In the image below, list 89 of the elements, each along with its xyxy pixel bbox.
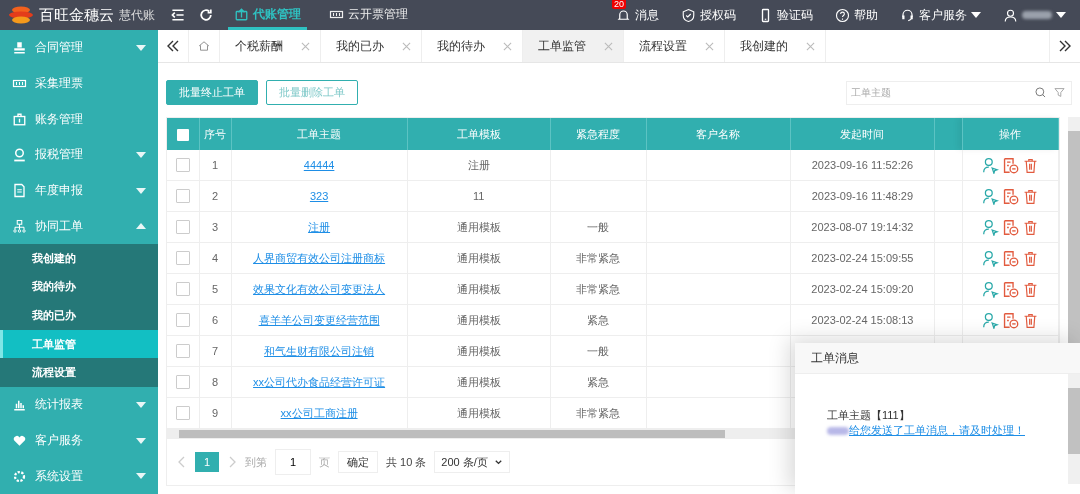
page-tab[interactable]: 工单监管: [523, 30, 624, 62]
column-header: 客户名称: [696, 127, 741, 140]
header-link[interactable]: 消息: [616, 6, 659, 24]
subject-link[interactable]: 44444: [303, 159, 335, 171]
page-tab[interactable]: 个税薪酬: [220, 30, 321, 62]
table-cell: 非常紧急: [576, 282, 621, 295]
page-size-select[interactable]: 200 条/页: [434, 451, 510, 473]
sidebar-item[interactable]: 报税管理: [0, 137, 158, 173]
app-title: 百旺金穗云: [39, 5, 114, 25]
table-cell: 一般: [587, 220, 610, 233]
sidebar-item[interactable]: 合同管理: [0, 30, 158, 66]
table-cell: 紧急: [587, 375, 610, 388]
table-cell: 通用模板: [456, 220, 501, 233]
total-count: 共 10 条: [386, 454, 427, 470]
table-cell: 11: [472, 190, 485, 202]
table-cell: 2023-08-07 19:14:32: [811, 221, 914, 233]
nav-tab[interactable]: 云开票管理: [323, 0, 414, 30]
row-number: 1: [211, 159, 219, 171]
row-number: 2: [211, 190, 219, 202]
table-cell: 通用模板: [456, 344, 501, 357]
submenu-item[interactable]: 工单监管: [0, 329, 158, 359]
table-cell: 通用模板: [456, 313, 501, 326]
table-cell: 非常紧急: [576, 406, 621, 419]
column-header: 工单模板: [456, 127, 501, 140]
submenu-item[interactable]: 我创建的: [0, 244, 158, 273]
page-tab[interactable]: 流程设置: [624, 30, 725, 62]
header-link[interactable]: 授权码: [681, 6, 736, 24]
table-cell: 2023-02-24 15:08:13: [811, 314, 914, 326]
table-cell: 通用模板: [456, 375, 501, 388]
table-cell: 通用模板: [456, 406, 501, 419]
row-number: 4: [211, 252, 219, 264]
sidebar-item[interactable]: 协同工单: [0, 208, 158, 245]
table-cell: 通用模板: [456, 251, 501, 264]
goto-label: 到第: [245, 454, 267, 470]
table-cell: 一般: [587, 344, 610, 357]
sidebar-item[interactable]: 采集理票: [0, 65, 158, 102]
header-link[interactable]: 客户服务: [900, 6, 981, 24]
row-number: 6: [211, 314, 219, 326]
search-field[interactable]: 工单主题: [846, 80, 1072, 105]
page-tab[interactable]: 我创建的: [725, 30, 826, 62]
submenu-item[interactable]: 我的待办: [0, 272, 158, 302]
subject-link[interactable]: 喜羊羊公司变更经营范围: [258, 313, 380, 326]
app-subtitle: 慧代账: [119, 6, 155, 24]
row-number: 3: [211, 221, 219, 233]
column-header: 操作: [999, 127, 1022, 140]
table-cell: 非常紧急: [576, 251, 621, 264]
column-header: 发起时间: [840, 127, 885, 140]
table-cell: 通用模板: [456, 282, 501, 295]
subject-link[interactable]: xx公司工商注册: [280, 406, 358, 419]
subject-link[interactable]: xx公司代办食品经营许可证: [253, 375, 386, 388]
page-label: 页: [319, 454, 330, 470]
subject-link[interactable]: 323: [309, 190, 329, 202]
header-link[interactable]: 验证码: [758, 6, 813, 24]
count-badge: 20: [612, 0, 626, 9]
row-number: 5: [211, 283, 219, 295]
popup-title: 工单消息: [795, 343, 1080, 374]
subject-link[interactable]: 注册: [308, 220, 331, 233]
sidebar-item[interactable]: 客户服务: [0, 422, 158, 459]
message-subject: 工单主题【111】: [827, 408, 911, 423]
sidebar-item[interactable]: 账务管理: [0, 101, 158, 137]
table-cell: 注册: [467, 158, 490, 171]
batch-button[interactable]: 批量终止工单: [166, 80, 258, 105]
page-tab[interactable]: 我的已办: [321, 30, 422, 62]
column-header: 工单主题: [297, 127, 342, 140]
table-cell: 紧急: [587, 313, 610, 326]
table-cell: 2023-02-24 15:09:55: [811, 252, 914, 264]
sidebar-item[interactable]: 年度申报: [0, 172, 158, 209]
column-header: 序号: [204, 127, 226, 140]
message-link[interactable]: 给您发送了工单消息，请及时处理！: [849, 423, 1025, 438]
row-number: 8: [211, 376, 219, 388]
header-link[interactable]: 帮助: [835, 6, 878, 24]
batch-button[interactable]: 批量删除工单: [266, 80, 358, 105]
subject-link[interactable]: 人界商贸有效公司注册商标: [253, 251, 386, 264]
subject-link[interactable]: 和气生财有限公司注销: [264, 344, 375, 357]
row-number: 7: [211, 345, 219, 357]
table-cell: 2023-02-24 15:09:20: [811, 283, 914, 295]
row-number: 9: [211, 407, 219, 419]
submenu-item[interactable]: 流程设置: [0, 358, 158, 387]
confirm-button[interactable]: 确定: [338, 451, 378, 473]
subject-link[interactable]: 效果文化有效公司变更法人: [253, 282, 386, 295]
column-header: 紧急程度: [576, 127, 621, 140]
table-cell: 2023-09-16 11:48:29: [811, 190, 914, 202]
sidebar-item[interactable]: 统计报表: [0, 387, 158, 423]
submenu-item[interactable]: 我的已办: [0, 301, 158, 330]
page-button[interactable]: 1: [195, 452, 219, 472]
table-cell: 2023-09-16 11:52:26: [811, 159, 914, 171]
nav-tab[interactable]: 代账管理: [228, 0, 307, 30]
page-input[interactable]: 1: [275, 449, 311, 475]
sidebar-item[interactable]: 系统设置: [0, 458, 158, 494]
